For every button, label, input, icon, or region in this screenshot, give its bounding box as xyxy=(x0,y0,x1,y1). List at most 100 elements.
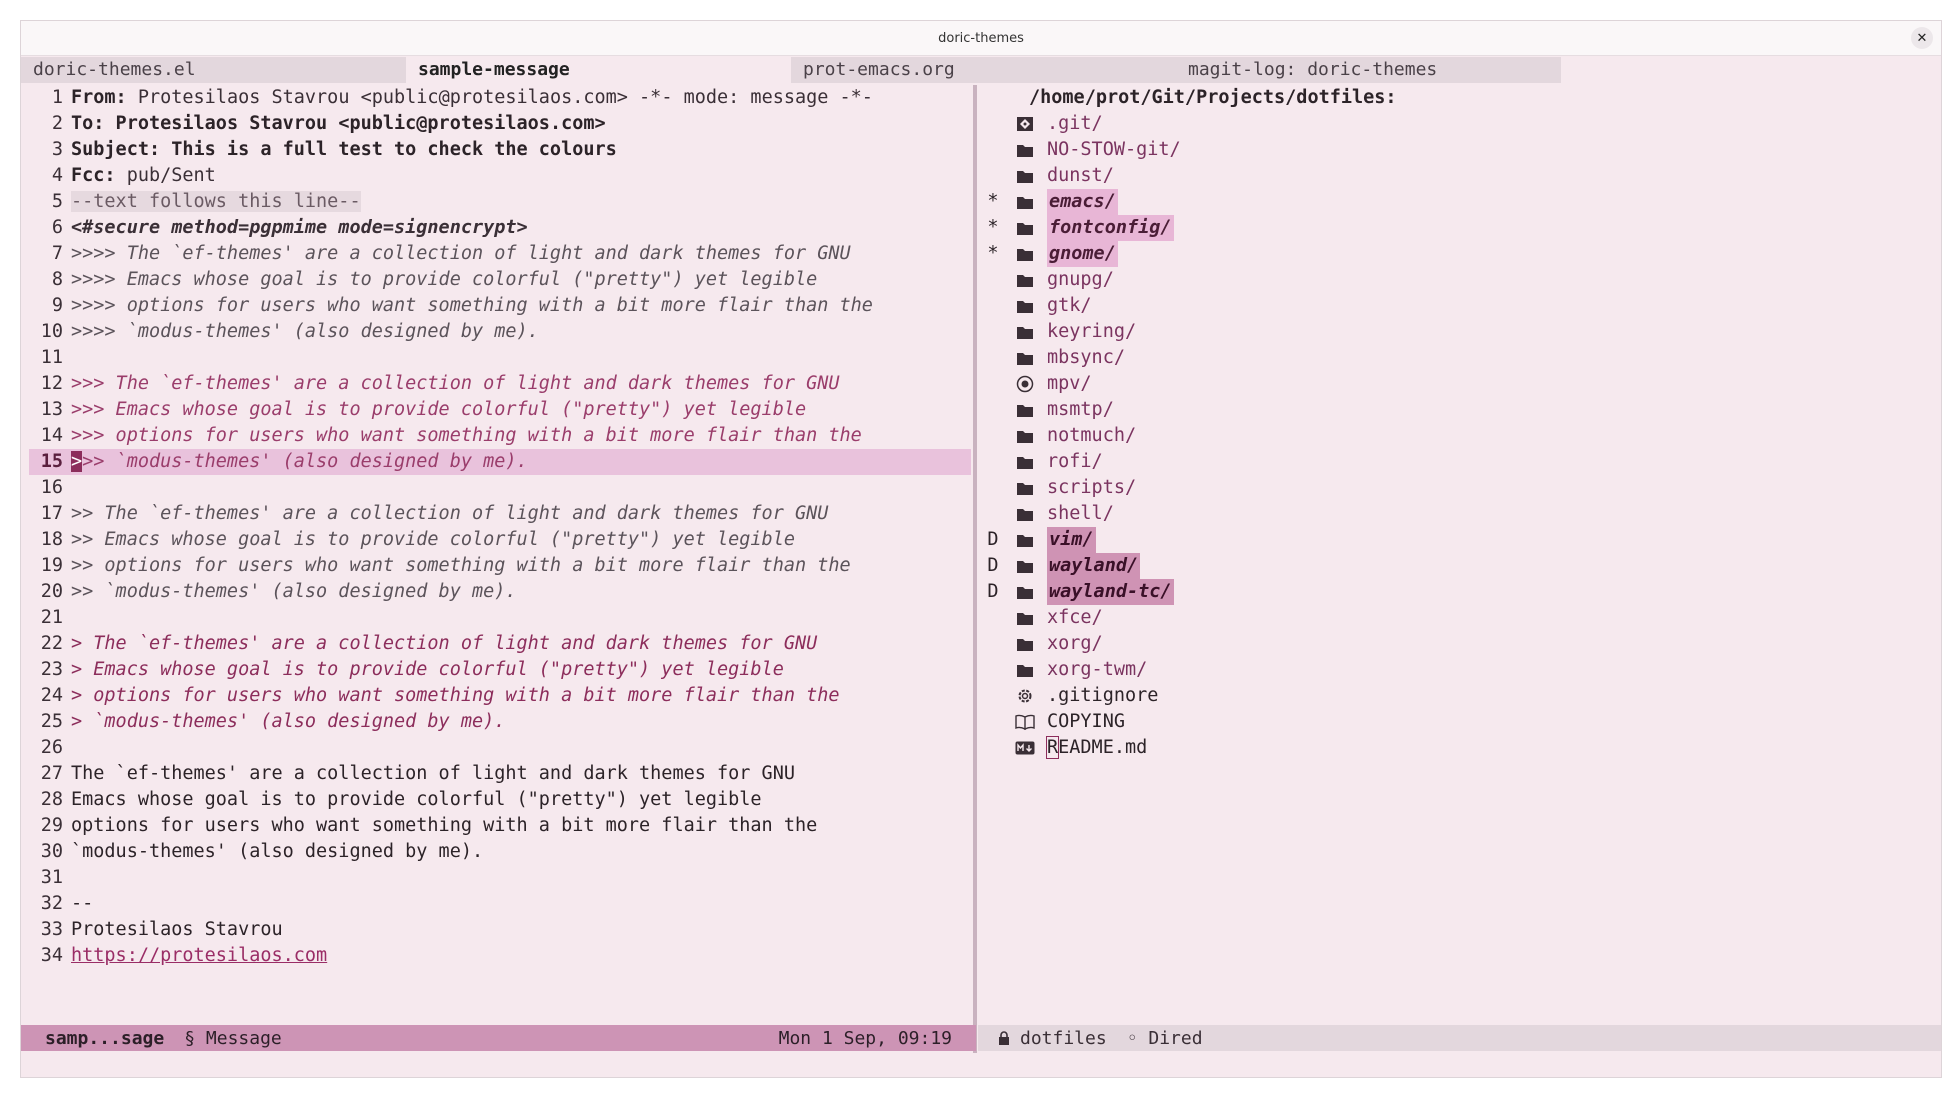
dired-entry[interactable]: notmuch/ xyxy=(981,423,1939,449)
dired-filename[interactable]: emacs/ xyxy=(1047,189,1118,215)
buffer-line[interactable]: 25 > `modus-themes' (also designed by me)… xyxy=(29,709,971,735)
close-icon: ✕ xyxy=(1916,30,1928,46)
dired-filename[interactable]: fontconfig/ xyxy=(1047,215,1174,241)
dired-entry[interactable]: README.md xyxy=(981,735,1939,761)
buffer-line[interactable]: 4 Fcc: pub/Sent xyxy=(29,163,971,189)
tab-magit-log[interactable]: magit-log: doric-themes xyxy=(1176,57,1561,83)
buffer-line[interactable]: 22 > The `ef-themes' are a collection of … xyxy=(29,631,971,657)
tab-sample-message[interactable]: sample-message xyxy=(406,57,791,83)
buffer-line[interactable]: 2 To: Protesilaos Stavrou <public@protesi… xyxy=(29,111,971,137)
signature-link[interactable]: https://protesilaos.com xyxy=(71,945,327,966)
dired-entry[interactable]: COPYING xyxy=(981,709,1939,735)
dired-filename[interactable]: xorg/ xyxy=(1047,631,1103,657)
dired-filename[interactable]: keyring/ xyxy=(1047,319,1136,345)
window-divider[interactable] xyxy=(973,85,977,1071)
text-cursor: > xyxy=(71,451,83,472)
dired-filename[interactable]: dunst/ xyxy=(1047,163,1114,189)
buffer-line[interactable]: 6 <#secure method=pgpmime mode=signencryp… xyxy=(29,215,971,241)
dired-filename[interactable]: wayland/ xyxy=(1047,553,1141,579)
buffer-line[interactable]: 8 >>>> Emacs whose goal is to provide col… xyxy=(29,267,971,293)
dired-entry[interactable]: * fontconfig/ xyxy=(981,215,1939,241)
buffer-line[interactable]: 19 >> options for users who want somethin… xyxy=(29,553,971,579)
tab-doric-themes-el[interactable]: doric-themes.el xyxy=(21,57,406,83)
dired-entry[interactable]: xorg/ xyxy=(981,631,1939,657)
dired-entry[interactable]: dunst/ xyxy=(981,163,1939,189)
buffer-line[interactable]: 32 -- xyxy=(29,891,971,917)
dired-entry[interactable]: * emacs/ xyxy=(981,189,1939,215)
dired-entry[interactable]: .git/ xyxy=(981,111,1939,137)
buffer-line[interactable]: 31 xyxy=(29,865,971,891)
dired-filename[interactable]: rofi/ xyxy=(1047,449,1103,475)
buffer-line[interactable]: 23 > Emacs whose goal is to provide color… xyxy=(29,657,971,683)
dired-filename[interactable]: .git/ xyxy=(1047,111,1103,137)
buffer-line[interactable]: 34 https://protesilaos.com xyxy=(29,943,971,969)
buffer-line[interactable]: 13 >>> Emacs whose goal is to provide col… xyxy=(29,397,971,423)
dired-entry[interactable]: xfce/ xyxy=(981,605,1939,631)
dired-filename[interactable]: xorg-twm/ xyxy=(1047,657,1147,683)
buffer-line[interactable]: 10 >>>> `modus-themes' (also designed by … xyxy=(29,319,971,345)
dired-filename[interactable]: xfce/ xyxy=(1047,605,1103,631)
dired-filename[interactable]: NO-STOW-git/ xyxy=(1047,137,1181,163)
dired-entry[interactable]: keyring/ xyxy=(981,319,1939,345)
dired-filename[interactable]: scripts/ xyxy=(1047,475,1136,501)
close-button[interactable]: ✕ xyxy=(1911,27,1933,49)
buffer-line[interactable]: 1 From: Protesilaos Stavrou <public@prote… xyxy=(29,85,971,111)
buffer-line[interactable]: 5 --text follows this line-- xyxy=(29,189,971,215)
dired-entry[interactable]: Dwayland-tc/ xyxy=(981,579,1939,605)
dired-filename[interactable]: wayland-tc/ xyxy=(1047,579,1174,605)
dired-entry[interactable]: Dwayland/ xyxy=(981,553,1939,579)
dired-filename[interactable]: vim/ xyxy=(1047,527,1096,553)
buffer-line[interactable]: 30 `modus-themes' (also designed by me). xyxy=(29,839,971,865)
dired-entry[interactable]: gnupg/ xyxy=(981,267,1939,293)
buffer-line[interactable]: 28 Emacs whose goal is to provide colorfu… xyxy=(29,787,971,813)
buffer-line[interactable]: 20 >> `modus-themes' (also designed by me… xyxy=(29,579,971,605)
buffer-line[interactable]: 21 xyxy=(29,605,971,631)
buffer-line[interactable]: 12 >>> The `ef-themes' are a collection o… xyxy=(29,371,971,397)
dired-filename[interactable]: gnupg/ xyxy=(1047,267,1114,293)
dired-filename[interactable]: gnome/ xyxy=(1047,241,1118,267)
line-text: > `modus-themes' (also designed by me). xyxy=(71,711,506,732)
buffer-line[interactable]: 9 >>>> options for users who want somethi… xyxy=(29,293,971,319)
buffer-line[interactable]: 17 >> The `ef-themes' are a collection of… xyxy=(29,501,971,527)
dired-buffer[interactable]: /home/prot/Git/Projects/dotfiles: .git/NO… xyxy=(981,85,1939,1045)
buffer-line[interactable]: 16 xyxy=(29,475,971,501)
dired-filename[interactable]: .gitignore xyxy=(1047,683,1158,709)
buffer-line[interactable]: 26 xyxy=(29,735,971,761)
buffer-line[interactable]: 15 >>> `modus-themes' (also designed by m… xyxy=(29,449,971,475)
dired-entry[interactable]: xorg-twm/ xyxy=(981,657,1939,683)
line-number: 8 xyxy=(51,269,63,290)
buffer-line[interactable]: 29 options for users who want something w… xyxy=(29,813,971,839)
dired-entry[interactable]: rofi/ xyxy=(981,449,1939,475)
dired-filename[interactable]: msmtp/ xyxy=(1047,397,1114,423)
buffer-line[interactable]: 18 >> Emacs whose goal is to provide colo… xyxy=(29,527,971,553)
dired-filename[interactable]: notmuch/ xyxy=(1047,423,1136,449)
dired-filename[interactable]: README.md xyxy=(1045,735,1147,761)
dired-filename[interactable]: gtk/ xyxy=(1047,293,1092,319)
dired-entry[interactable]: Dvim/ xyxy=(981,527,1939,553)
dired-entry[interactable]: gtk/ xyxy=(981,293,1939,319)
dired-entry[interactable]: mpv/ xyxy=(981,371,1939,397)
dired-entry[interactable]: .gitignore xyxy=(981,683,1939,709)
buffer-line[interactable]: 33 Protesilaos Stavrou xyxy=(29,917,971,943)
dired-entry[interactable]: * gnome/ xyxy=(981,241,1939,267)
message-buffer[interactable]: 1 From: Protesilaos Stavrou <public@prote… xyxy=(29,85,971,1045)
buffer-line[interactable]: 27 The `ef-themes' are a collection of li… xyxy=(29,761,971,787)
buffer-line[interactable]: 3 Subject: This is a full test to check t… xyxy=(29,137,971,163)
buffer-line[interactable]: 11 xyxy=(29,345,971,371)
dired-filename[interactable]: mpv/ xyxy=(1047,371,1092,397)
dired-filename[interactable]: shell/ xyxy=(1047,501,1114,527)
line-number: 28 xyxy=(40,789,63,810)
echo-area[interactable] xyxy=(21,1053,1941,1077)
dired-entry[interactable]: mbsync/ xyxy=(981,345,1939,371)
dired-filename[interactable]: mbsync/ xyxy=(1047,345,1125,371)
buffer-line[interactable]: 24 > options for users who want something… xyxy=(29,683,971,709)
dired-entry[interactable]: scripts/ xyxy=(981,475,1939,501)
line-text: options for users who want something wit… xyxy=(71,815,818,836)
tab-prot-emacs-org[interactable]: prot-emacs.org xyxy=(791,57,1176,83)
dired-filename[interactable]: COPYING xyxy=(1047,709,1125,735)
buffer-line[interactable]: 14 >>> options for users who want somethi… xyxy=(29,423,971,449)
dired-entry[interactable]: msmtp/ xyxy=(981,397,1939,423)
dired-entry[interactable]: shell/ xyxy=(981,501,1939,527)
buffer-line[interactable]: 7 >>>> The `ef-themes' are a collection o… xyxy=(29,241,971,267)
dired-entry[interactable]: NO-STOW-git/ xyxy=(981,137,1939,163)
